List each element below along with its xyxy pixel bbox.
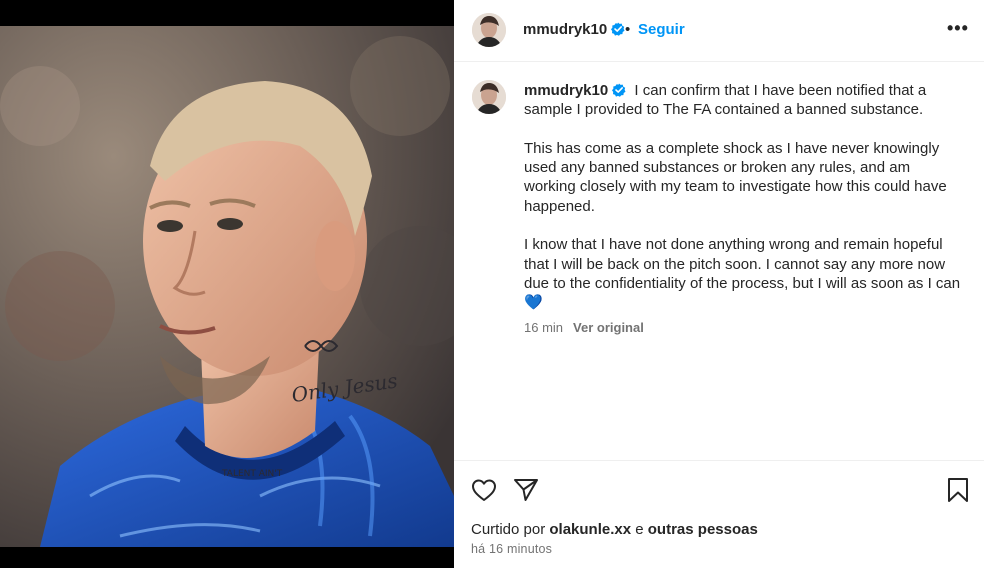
header-separator: • <box>625 21 631 38</box>
caption-paragraph-1: mmudryk10 I can confirm that I have been… <box>524 81 964 120</box>
post-photo[interactable]: Only Jesus TALENT AIN'T <box>0 26 454 547</box>
liked-by-user-link[interactable]: olakunle.xx <box>549 521 631 538</box>
paper-plane-icon[interactable] <box>512 476 540 504</box>
avatar[interactable] <box>472 13 506 47</box>
post-timestamp[interactable]: há 16 minutos <box>471 542 552 556</box>
liked-by-others-link[interactable]: outras pessoas <box>648 521 758 538</box>
more-options-icon[interactable]: ••• <box>947 18 969 39</box>
post-author-username[interactable]: mmudryk10 <box>523 21 625 38</box>
player-portrait-illustration: Only Jesus TALENT AIN'T <box>0 26 454 547</box>
caption-paragraph-2: This has come as a complete shock as I h… <box>524 139 947 215</box>
action-bar <box>454 460 984 516</box>
username-text[interactable]: mmudryk10 <box>523 21 607 38</box>
liked-by-connector: e <box>635 521 644 538</box>
avatar-image <box>472 80 506 114</box>
caption-text: mmudryk10 I can confirm that I have been… <box>524 81 964 313</box>
caption-area: mmudryk10 I can confirm that I have been… <box>454 63 984 459</box>
follow-button[interactable]: Seguir <box>638 21 685 38</box>
chest-tattoo-text: TALENT AIN'T <box>221 469 283 479</box>
caption-username[interactable]: mmudryk10 <box>524 82 626 99</box>
liked-by-line: Curtido por olakunle.xx e outras pessoas <box>471 521 758 538</box>
caption-avatar[interactable] <box>472 80 506 114</box>
avatar-image <box>472 13 506 47</box>
bookmark-icon[interactable] <box>944 476 972 504</box>
post-media-pane: Only Jesus TALENT AIN'T <box>0 0 454 568</box>
caption-age[interactable]: 16 min <box>524 320 563 335</box>
caption-meta: 16 min Ver original <box>524 320 644 335</box>
blue-heart-emoji: 💙 <box>524 294 543 312</box>
heart-outline-icon[interactable] <box>470 476 498 504</box>
verified-badge-icon <box>612 83 626 97</box>
verified-badge-icon <box>611 22 625 36</box>
post-side-panel: mmudryk10 • Seguir ••• mmudryk10 I can c… <box>454 0 984 568</box>
post-header: mmudryk10 • Seguir ••• <box>454 0 984 62</box>
caption-username-text[interactable]: mmudryk10 <box>524 82 608 99</box>
caption-paragraph-3: I know that I have not done anything wro… <box>524 235 964 312</box>
see-original-button[interactable]: Ver original <box>573 320 644 335</box>
liked-by-prefix: Curtido por <box>471 521 546 538</box>
caption-paragraph-3-text: I know that I have not done anything wro… <box>524 236 961 292</box>
